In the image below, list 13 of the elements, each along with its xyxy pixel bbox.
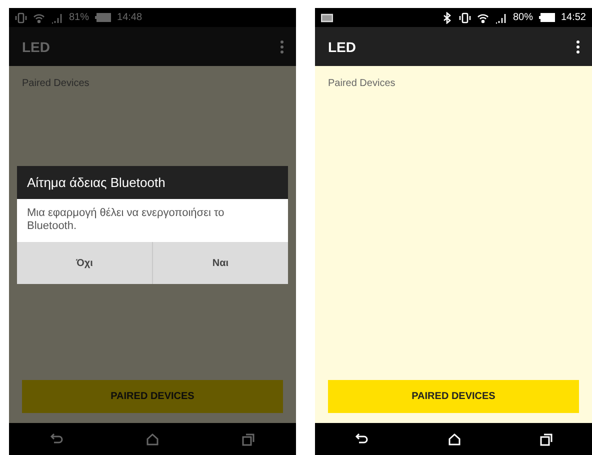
clock-time: 14:52: [560, 12, 586, 23]
dialog-title: Αίτημα άδειας Bluetooth: [17, 166, 288, 199]
battery-percent: 81%: [69, 12, 90, 23]
section-label: Paired Devices: [22, 78, 90, 89]
app-title: LED: [328, 38, 356, 54]
paired-devices-button[interactable]: PAIRED DEVICES: [328, 380, 579, 413]
clock-time: 14:48: [117, 12, 142, 23]
section-label: Paired Devices: [328, 78, 396, 89]
dialog-button[interactable]: Ναι: [152, 242, 288, 284]
dialog-message: Μια εφαρμογή θέλει να ενεργοποιήσει το Bluetooth.: [17, 199, 288, 242]
dialog-button[interactable]: Όχι: [17, 242, 152, 284]
app-title: LED: [22, 38, 50, 54]
battery-percent: 80%: [512, 12, 533, 23]
